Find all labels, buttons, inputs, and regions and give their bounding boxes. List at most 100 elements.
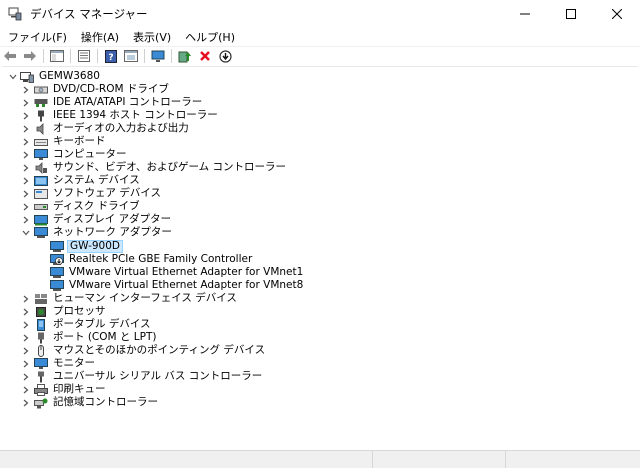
menu-action[interactable]: 操作(A): [74, 29, 126, 45]
chevron-right-icon[interactable]: [21, 135, 30, 148]
help-button[interactable]: ?: [101, 48, 121, 64]
tree-device-vmnet8[interactable]: VMware Virtual Ethernet Adapter for VMne…: [50, 279, 305, 292]
tree-category-label: 印刷キュー: [53, 383, 106, 395]
tree-category-storage[interactable]: 記憶域コントローラー: [21, 396, 160, 409]
tree-category-portable[interactable]: ポータブル デバイス: [21, 318, 153, 331]
disable-device-button[interactable]: [215, 48, 235, 64]
chevron-right-icon[interactable]: [21, 122, 30, 135]
show-hide-tree-button[interactable]: [47, 48, 67, 64]
tree-category-disk[interactable]: ディスク ドライブ: [21, 200, 142, 213]
chevron-right-icon[interactable]: [21, 96, 30, 109]
menu-help[interactable]: ヘルプ(H): [178, 29, 242, 45]
tree-category-label: ポート (COM と LPT): [53, 331, 157, 343]
chevron-right-icon[interactable]: [21, 344, 30, 357]
tree-category-sound[interactable]: サウンド、ビデオ、およびゲーム コントローラー: [21, 161, 288, 174]
tree-device-label: Realtek PCIe GBE Family Controller: [69, 253, 253, 265]
tree-category-hid[interactable]: ヒューマン インターフェイス デバイス: [21, 292, 239, 305]
chevron-right-icon[interactable]: [21, 83, 30, 96]
chevron-down-icon[interactable]: [21, 226, 30, 239]
view-button[interactable]: [121, 48, 141, 64]
properties-button[interactable]: [74, 48, 94, 64]
tree-category-label: ポータブル デバイス: [53, 318, 151, 330]
svg-text:?: ?: [108, 53, 113, 63]
chevron-right-icon[interactable]: [21, 305, 30, 318]
chevron-right-icon[interactable]: [21, 148, 30, 161]
minimize-button[interactable]: [502, 0, 548, 28]
tree-category-ieee1394[interactable]: IEEE 1394 ホスト コントローラー: [21, 109, 220, 122]
tree-category-software[interactable]: ソフトウェア デバイス: [21, 187, 163, 200]
device-tree: GEMW3680 DVD/CD-ROM ドライブ IDE ATA/ATAPI コ…: [2, 66, 638, 451]
chevron-right-icon[interactable]: [21, 396, 30, 409]
chevron-down-icon[interactable]: [8, 70, 17, 83]
tree-device-realtek[interactable]: Realtek PCIe GBE Family Controller: [50, 253, 254, 266]
scan-hardware-icon: [151, 50, 165, 62]
chevron-right-icon[interactable]: [21, 187, 30, 200]
chevron-right-icon[interactable]: [21, 109, 30, 122]
tree-category-label: ディスプレイ アダプター: [53, 213, 172, 225]
menu-view[interactable]: 表示(V): [126, 29, 178, 45]
scan-hardware-button[interactable]: [148, 48, 168, 64]
software-device-icon: [34, 188, 48, 200]
computer-icon: [34, 148, 48, 161]
toolbar-separator: [43, 49, 44, 63]
toolbar-separator: [70, 49, 71, 63]
maximize-button[interactable]: [548, 0, 594, 28]
disable-device-icon: [218, 49, 232, 63]
tree-category-mouse[interactable]: マウスとそのほかのポインティング デバイス: [21, 344, 267, 357]
tree-category-computer[interactable]: コンピューター: [21, 148, 129, 161]
network-card-icon: [50, 266, 64, 279]
chevron-right-icon[interactable]: [21, 331, 30, 344]
uninstall-device-button[interactable]: [195, 48, 215, 64]
minimize-icon: [520, 13, 530, 15]
chevron-right-icon[interactable]: [21, 357, 30, 370]
chevron-right-icon[interactable]: [21, 213, 30, 226]
tree-category-label: 記憶域コントローラー: [53, 396, 158, 408]
update-driver-icon: [178, 51, 191, 62]
forward-button[interactable]: [20, 48, 40, 64]
network-card-disabled-icon: [50, 253, 64, 266]
toolbar-separator: [97, 49, 98, 63]
speaker-icon: [34, 122, 48, 135]
tree-category-ports[interactable]: ポート (COM と LPT): [21, 331, 158, 344]
tree-root[interactable]: GEMW3680: [8, 70, 102, 83]
tree-category-ide[interactable]: IDE ATA/ATAPI コントローラー: [21, 96, 204, 109]
chevron-right-icon[interactable]: [21, 292, 30, 305]
tree-category-dvd[interactable]: DVD/CD-ROM ドライブ: [21, 83, 171, 96]
portable-device-icon: [34, 318, 48, 331]
tree-category-label: モニター: [53, 357, 95, 369]
chevron-right-icon[interactable]: [21, 174, 30, 187]
view-icon: [124, 50, 138, 62]
status-cell: [506, 451, 640, 468]
tree-category-print-queue[interactable]: 印刷キュー: [21, 383, 108, 396]
tree-device-gw900d[interactable]: GW-900D: [50, 240, 124, 253]
tree-category-display[interactable]: ディスプレイ アダプター: [21, 213, 173, 226]
tree-device-vmnet1[interactable]: VMware Virtual Ethernet Adapter for VMne…: [50, 266, 305, 279]
tree-category-processor[interactable]: プロセッサ: [21, 305, 108, 318]
tree-category-system[interactable]: システム デバイス: [21, 174, 142, 187]
tree-category-keyboard[interactable]: キーボード: [21, 135, 108, 148]
tree-category-usb[interactable]: ユニバーサル シリアル バス コントローラー: [21, 370, 264, 383]
tree-category-label: コンピューター: [53, 148, 127, 160]
disk-drive-icon: [34, 201, 48, 213]
tree-category-label: ネットワーク アダプター: [53, 226, 172, 238]
storage-controller-icon: [34, 397, 48, 409]
chevron-right-icon[interactable]: [21, 383, 30, 396]
menu-file[interactable]: ファイル(F): [0, 29, 74, 45]
status-cell: [0, 451, 373, 468]
back-button[interactable]: [0, 48, 20, 64]
close-button[interactable]: [594, 0, 640, 28]
toolbar-separator: [144, 49, 145, 63]
uninstall-device-icon: [200, 51, 210, 61]
tree-category-monitor[interactable]: モニター: [21, 357, 97, 370]
chevron-right-icon[interactable]: [21, 161, 30, 174]
tree-category-audio[interactable]: オーディオの入力および出力: [21, 122, 191, 135]
menu-bar: ファイル(F) 操作(A) 表示(V) ヘルプ(H): [0, 28, 640, 46]
tree-category-network[interactable]: ネットワーク アダプター: [21, 226, 174, 239]
chevron-right-icon[interactable]: [21, 370, 30, 383]
chevron-right-icon[interactable]: [21, 318, 30, 331]
network-adapter-icon: [34, 226, 48, 239]
chevron-right-icon[interactable]: [21, 200, 30, 213]
update-driver-button[interactable]: [175, 48, 195, 64]
device-manager-app-icon: [8, 7, 22, 21]
hid-icon: [34, 293, 48, 305]
